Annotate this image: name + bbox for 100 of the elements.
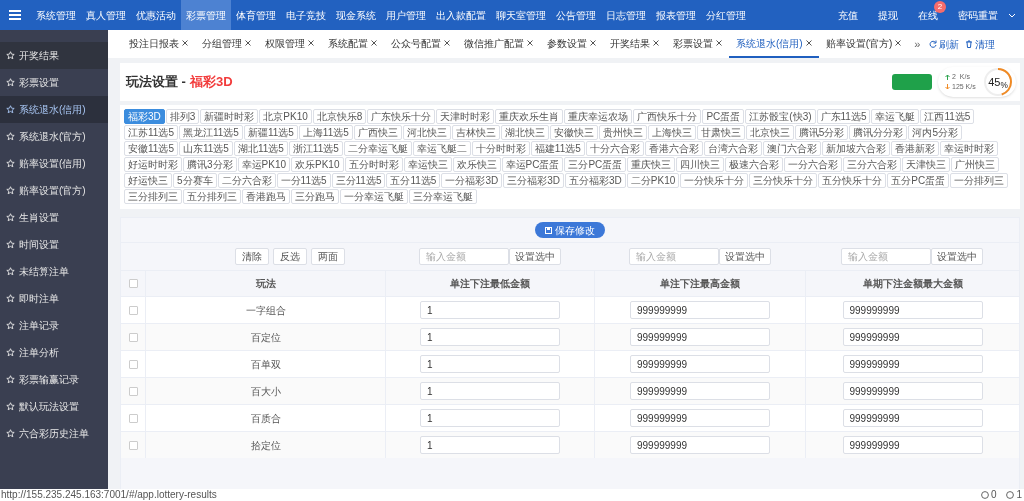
bulk-action-button[interactable]: 两面 (311, 248, 345, 265)
lottery-button[interactable]: 幸运快三 (403, 157, 452, 172)
tab[interactable]: 分组管理 (195, 30, 258, 58)
amount-input[interactable]: 999999999 (842, 355, 983, 373)
checkbox[interactable] (128, 440, 138, 450)
lottery-button[interactable]: 一分排列三 (950, 173, 1009, 188)
checkbox[interactable] (128, 359, 138, 369)
tab[interactable]: 公众号配置 (384, 30, 457, 58)
sidebar-item[interactable]: 彩票设置 (0, 69, 108, 96)
lottery-button[interactable]: 安徽11选5 (124, 141, 178, 156)
set-selected-button[interactable]: 设置选中 (508, 248, 561, 265)
lottery-button[interactable]: 五分时时彩 (344, 157, 403, 172)
lottery-button[interactable]: 幸运飞艇二 (412, 141, 471, 156)
lottery-button[interactable]: 三分快乐十分 (749, 173, 818, 188)
clear-button[interactable]: 清理 (962, 30, 999, 58)
amount-input[interactable]: 999999999 (630, 436, 770, 454)
tab[interactable]: 彩票设置 (666, 30, 729, 58)
lottery-button[interactable]: 江苏骰宝(快3) (745, 109, 816, 124)
save-button[interactable]: 保存修改 (535, 222, 605, 238)
lottery-button[interactable]: 二分幸运飞艇 (343, 141, 412, 156)
sidebar-item[interactable]: 系统退水(官方) (0, 123, 108, 150)
lottery-button[interactable]: 广州快三 (951, 157, 1000, 172)
lottery-button[interactable]: 山东11选5 (178, 141, 233, 156)
amount-input[interactable]: 1 (420, 328, 560, 346)
lottery-button[interactable]: 三分福彩3D (503, 173, 564, 188)
sidebar-item[interactable]: 赔率设置(官方) (0, 177, 108, 204)
lottery-button[interactable]: 澳门六合彩 (762, 141, 821, 156)
lottery-button[interactable]: 天津快三 (902, 157, 951, 172)
tab[interactable]: 微信推广配置 (457, 30, 540, 58)
lottery-button[interactable]: 黑龙江11选5 (178, 125, 243, 140)
lottery-button[interactable]: 5分赛车 (173, 173, 217, 188)
lottery-button[interactable]: 三分跑马 (291, 189, 339, 204)
lottery-button[interactable]: 重庆幸运农场 (564, 109, 633, 124)
sidebar-item[interactable]: 系统退水(信用) (0, 96, 108, 123)
amount-input[interactable]: 输入金额 (418, 248, 509, 265)
tab[interactable]: 投注日报表 (122, 30, 195, 58)
lottery-button[interactable]: 三分幸运飞艇 (409, 189, 477, 204)
lottery-button[interactable]: 上海快三 (647, 125, 696, 140)
lottery-button[interactable]: 贵州快三 (598, 125, 647, 140)
sidebar-item[interactable]: 未结算注单 (0, 258, 108, 285)
lottery-button[interactable]: 二分PK10 (626, 173, 680, 188)
checkbox[interactable] (128, 386, 138, 396)
lottery-button[interactable]: 排列3 (165, 109, 200, 124)
lottery-button[interactable]: 好运时时彩 (124, 157, 182, 172)
lottery-button[interactable]: 北京PK10 (259, 109, 312, 124)
lottery-button[interactable]: 江苏11选5 (124, 125, 178, 140)
sidebar-item[interactable]: 注单分析 (0, 339, 108, 366)
lottery-button[interactable]: 五分快乐十分 (818, 173, 887, 188)
lottery-button[interactable]: 广东11选5 (816, 109, 871, 124)
lottery-button[interactable]: 江西11选5 (920, 109, 975, 124)
lottery-button[interactable]: 上海11选5 (298, 125, 353, 140)
lottery-button[interactable]: 五分11选5 (386, 173, 441, 188)
lottery-button[interactable]: 新疆时时彩 (200, 109, 259, 124)
lottery-button[interactable]: 欢乐PK10 (291, 157, 344, 172)
more-tabs-button[interactable]: » (908, 30, 927, 58)
amount-input[interactable]: 999999999 (630, 382, 770, 400)
amount-input[interactable]: 1 (420, 436, 560, 454)
lottery-button[interactable]: 广西快乐十分 (633, 109, 702, 124)
lottery-button[interactable]: 好运快三 (124, 173, 172, 188)
lottery-button[interactable]: 十分时时彩 (471, 141, 530, 156)
lottery-button[interactable]: 香港新彩 (890, 141, 939, 156)
lottery-button[interactable]: 吉林快三 (451, 125, 500, 140)
lottery-button[interactable]: 河北快三 (402, 125, 451, 140)
top-menu-item[interactable]: 优惠活动 (131, 0, 181, 30)
tab[interactable]: 参数设置 (540, 30, 603, 58)
sidebar-item[interactable]: 赔率设置(信用) (0, 150, 108, 177)
top-nav-link[interactable]: 充值 (828, 0, 868, 30)
bulk-action-button[interactable]: 清除 (235, 248, 269, 265)
bulk-action-button[interactable]: 反选 (273, 248, 307, 265)
sidebar-item[interactable]: 开奖结果 (0, 42, 108, 69)
lottery-button[interactable]: 一分六合彩 (784, 157, 843, 172)
sidebar-item[interactable]: 时间设置 (0, 231, 108, 258)
checkbox[interactable] (128, 305, 138, 315)
amount-input[interactable]: 999999999 (842, 436, 983, 454)
lottery-button[interactable]: 三分PC蛋蛋 (564, 157, 627, 172)
top-menu-item[interactable]: 出入款配置 (431, 0, 491, 30)
top-menu-item[interactable]: 现金系统 (331, 0, 381, 30)
lottery-button[interactable]: 福建11选5 (530, 141, 585, 156)
lottery-button[interactable]: 五分排列三 (183, 189, 241, 204)
lottery-button[interactable]: 浙江11选5 (288, 141, 343, 156)
lottery-button[interactable]: 北京快三 (745, 125, 794, 140)
amount-input[interactable]: 1 (420, 382, 560, 400)
lottery-button[interactable]: 腾讯分分彩 (849, 125, 908, 140)
lottery-button[interactable]: 二分六合彩 (217, 173, 276, 188)
tab[interactable]: 系统退水(信用) (729, 30, 819, 58)
lottery-button[interactable]: 三分11选5 (331, 173, 386, 188)
lottery-button[interactable]: PC蛋蛋 (702, 109, 745, 124)
amount-input[interactable]: 999999999 (630, 301, 770, 319)
amount-input[interactable]: 999999999 (842, 328, 983, 346)
set-selected-button[interactable]: 设置选中 (718, 248, 771, 265)
amount-input[interactable]: 999999999 (842, 409, 983, 427)
lottery-button[interactable]: 北京快乐8 (312, 109, 367, 124)
lottery-button[interactable]: 河内5分彩 (908, 125, 962, 140)
set-selected-button[interactable]: 设置选中 (931, 248, 983, 265)
top-menu-item[interactable]: 公告管理 (551, 0, 601, 30)
lottery-button[interactable]: 十分六合彩 (585, 141, 644, 156)
tab[interactable]: 权限管理 (258, 30, 321, 58)
top-menu-item[interactable]: 系统管理 (31, 0, 81, 30)
lottery-button[interactable]: 极速六合彩 (725, 157, 784, 172)
lottery-button[interactable]: 四川快三 (676, 157, 725, 172)
